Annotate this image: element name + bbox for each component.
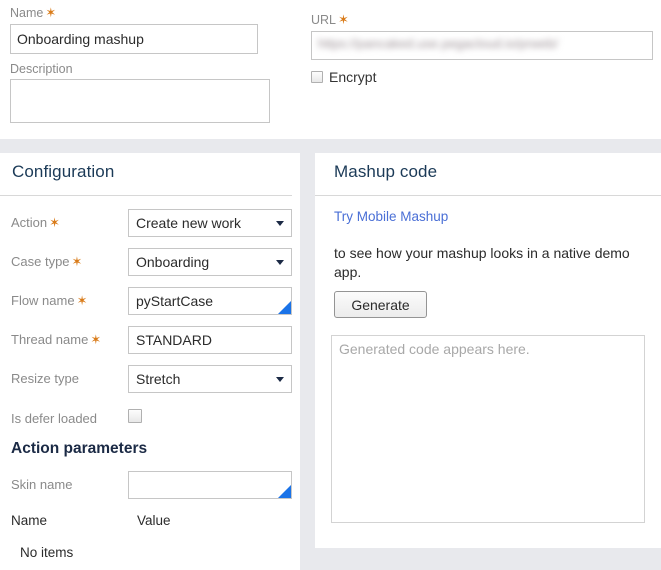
parameters-table-header: Name Value — [0, 513, 300, 533]
url-input[interactable]: https://pancaked.use.pegacloud.io/prweb/ — [311, 31, 653, 60]
required-asterisk-icon: ✶ — [90, 332, 102, 347]
thread-name-label-text: Thread name — [11, 332, 89, 347]
config-row-action: Action ✶ Create new work — [0, 209, 300, 239]
try-mobile-mashup-link[interactable]: Try Mobile Mashup — [334, 209, 448, 224]
action-label-text: Action — [11, 215, 48, 230]
thread-name-input[interactable]: STANDARD — [128, 326, 292, 354]
case-type-select[interactable]: Onboarding — [128, 248, 292, 276]
encrypt-label: Encrypt — [329, 69, 377, 85]
encrypt-checkbox-row[interactable]: Encrypt — [311, 69, 376, 85]
mashup-code-panel-rule — [315, 195, 661, 196]
action-select[interactable]: Create new work — [128, 209, 292, 237]
demo-description-text: to see how your mashup looks in a native… — [334, 245, 630, 280]
action-parameters-heading: Action parameters — [11, 440, 148, 457]
config-row-flow-name: Flow name ✶ pyStartCase — [0, 287, 300, 317]
flow-name-value: pyStartCase — [136, 293, 214, 309]
is-defer-loaded-checkbox-wrap — [128, 409, 142, 426]
is-defer-loaded-checkbox[interactable] — [128, 409, 142, 423]
config-row-is-defer-loaded: Is defer loaded — [0, 405, 300, 435]
flow-name-input[interactable]: pyStartCase — [128, 287, 292, 315]
flow-name-field-wrap: pyStartCase — [128, 287, 292, 315]
flow-name-label-text: Flow name — [11, 293, 75, 308]
required-asterisk-icon: ✶ — [49, 215, 61, 230]
resize-type-label: Resize type — [11, 371, 81, 386]
config-row-case-type: Case type ✶ Onboarding — [0, 248, 300, 278]
smart-prompt-corner-icon[interactable] — [278, 301, 291, 314]
description-label: Description — [10, 62, 73, 76]
config-row-thread-name: Thread name ✶ STANDARD — [0, 326, 300, 356]
name-label: Name ✶ — [10, 5, 56, 21]
name-label-text: Name — [10, 6, 44, 20]
configuration-panel: Configuration Action ✶ Create new work Ca… — [0, 153, 300, 570]
url-label-text: URL — [311, 13, 337, 27]
action-select-value: Create new work — [136, 215, 242, 231]
thread-name-label: Thread name ✶ — [11, 332, 101, 348]
configuration-panel-rule — [0, 195, 292, 196]
configuration-panel-title: Configuration — [12, 162, 115, 181]
name-input[interactable] — [10, 24, 258, 54]
is-defer-loaded-label-text: Is defer loaded — [11, 411, 98, 426]
case-type-label-text: Case type — [11, 254, 70, 269]
skin-name-input[interactable] — [128, 471, 292, 499]
column-header-name: Name — [11, 513, 48, 528]
url-label: URL ✶ — [311, 12, 349, 28]
parameters-table-empty-message: No items — [20, 545, 74, 560]
generated-code-textarea[interactable] — [331, 335, 645, 523]
required-asterisk-icon: ✶ — [338, 12, 349, 27]
description-input[interactable] — [10, 79, 270, 123]
panel-gutter — [300, 139, 315, 570]
resize-type-select[interactable]: Stretch — [128, 365, 292, 393]
required-asterisk-icon: ✶ — [45, 5, 57, 20]
chevron-down-icon — [276, 260, 284, 265]
action-label: Action ✶ — [11, 215, 60, 231]
top-form-section: Name✶ Description URL✶ https://pancaked.… — [0, 0, 661, 139]
chevron-down-icon — [276, 377, 284, 382]
resize-type-select-wrap: Stretch — [128, 365, 292, 393]
mashup-code-panel: Mashup code Try Mobile Mashup to see how… — [315, 153, 661, 548]
is-defer-loaded-label: Is defer loaded — [11, 411, 99, 426]
case-type-select-value: Onboarding — [136, 254, 210, 270]
action-select-wrap: Create new work — [128, 209, 292, 237]
config-row-skin-name: Skin name — [0, 471, 300, 501]
case-type-label: Case type ✶ — [11, 254, 82, 270]
required-asterisk-icon: ✶ — [71, 254, 83, 269]
section-divider-band — [0, 139, 661, 153]
chevron-down-icon — [276, 221, 284, 226]
flow-name-label: Flow name ✶ — [11, 293, 87, 309]
thread-name-field-wrap: STANDARD — [128, 326, 292, 354]
column-header-value: Value — [137, 513, 171, 528]
encrypt-checkbox[interactable] — [311, 71, 323, 83]
url-value-redacted: https://pancaked.use.pegacloud.io/prweb/ — [318, 36, 558, 51]
skin-name-label: Skin name — [11, 477, 73, 492]
required-asterisk-icon: ✶ — [76, 293, 88, 308]
generate-button[interactable]: Generate — [334, 291, 427, 318]
smart-prompt-corner-icon[interactable] — [278, 485, 291, 498]
mashup-code-panel-title: Mashup code — [334, 162, 438, 181]
panel-bottom-gutter — [315, 548, 661, 570]
resize-type-label-text: Resize type — [11, 371, 79, 386]
case-type-select-wrap: Onboarding — [128, 248, 292, 276]
config-row-resize-type: Resize type Stretch — [0, 365, 300, 395]
skin-name-field-wrap — [128, 471, 292, 499]
thread-name-value: STANDARD — [136, 332, 212, 348]
resize-type-select-value: Stretch — [136, 371, 181, 387]
